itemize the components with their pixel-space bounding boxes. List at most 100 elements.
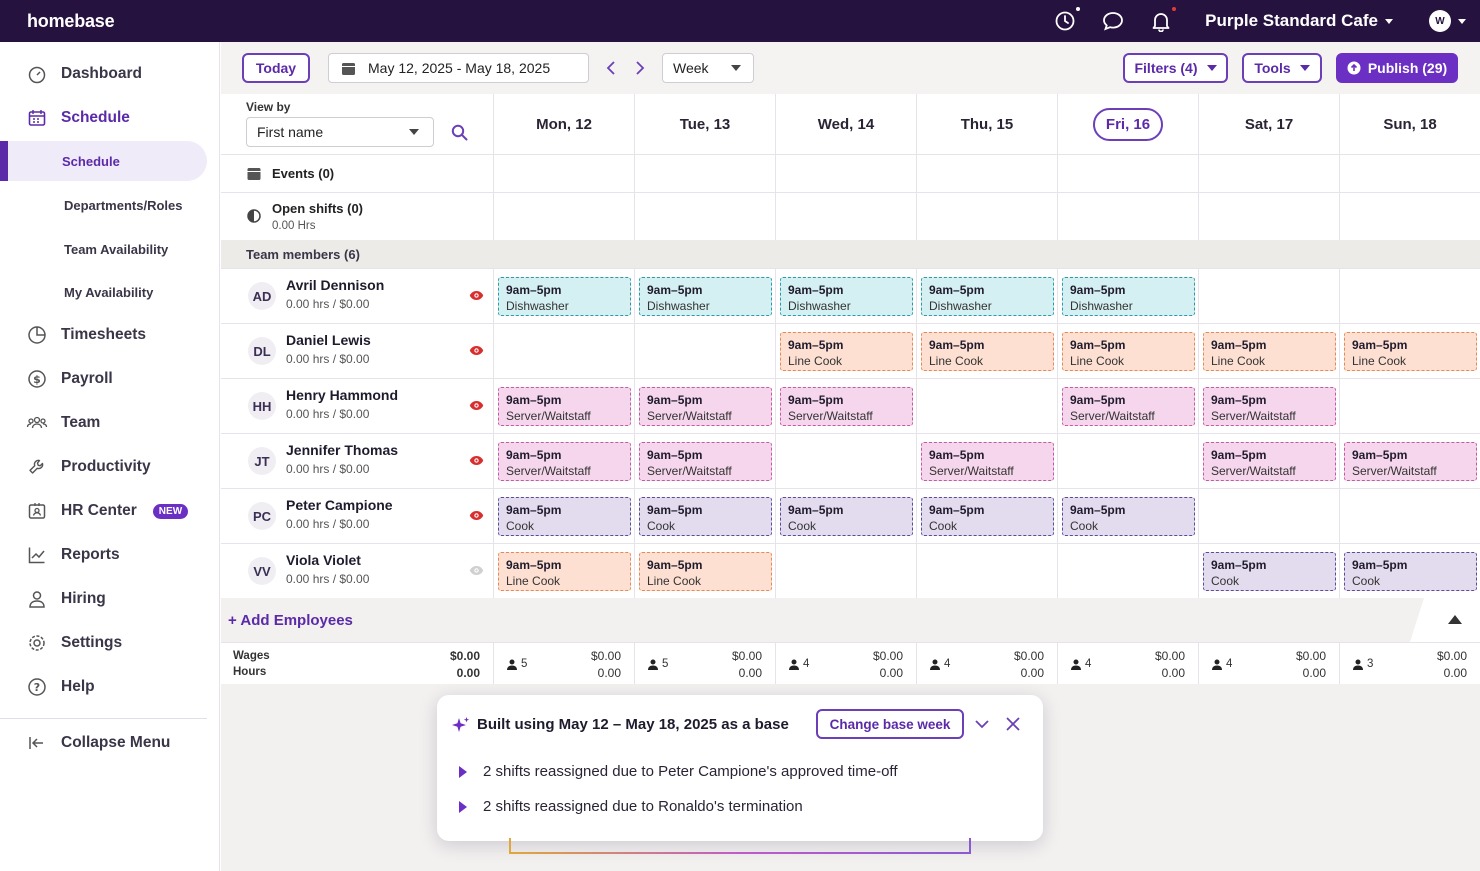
shift-card[interactable]: 9am–5pm Server/Waitstaff [498, 387, 631, 426]
nav-reports[interactable]: Reports [0, 533, 220, 577]
shift-card[interactable]: 9am–5pm Cook [498, 497, 631, 536]
events-row[interactable]: Events (0) [221, 154, 493, 192]
change-base-week-button[interactable]: Change base week [816, 709, 964, 739]
shift-cell[interactable]: 9am–5pm Line Cook [493, 543, 634, 598]
shift-cell[interactable]: 9am–5pm Line Cook [1339, 323, 1480, 378]
shift-card[interactable]: 9am–5pm Dishwasher [921, 277, 1054, 316]
date-range-picker[interactable]: May 12, 2025 - May 18, 2025 [328, 53, 589, 83]
shift-cell[interactable]: 9am–5pm Line Cook [634, 543, 775, 598]
shift-cell[interactable]: 9am–5pm Server/Waitstaff [1198, 378, 1339, 433]
collapse-menu-button[interactable]: Collapse Menu [0, 721, 220, 765]
shift-card[interactable]: 9am–5pm Dishwasher [780, 277, 913, 316]
day-header[interactable]: Sun, 18 [1339, 94, 1480, 154]
employee-name[interactable]: Peter Campione [286, 497, 393, 513]
employee-name[interactable]: Viola Violet [286, 552, 361, 568]
shift-cell[interactable] [916, 543, 1057, 598]
nav-hr-center[interactable]: HR Center NEW [0, 489, 220, 533]
open-shifts-cell[interactable] [775, 192, 916, 240]
shift-cell[interactable]: 9am–5pm Line Cook [916, 323, 1057, 378]
shift-cell[interactable]: 9am–5pm Cook [1339, 543, 1480, 598]
nav-schedule[interactable]: Schedule [0, 96, 220, 140]
homebase-logo[interactable]: homebase [27, 11, 115, 32]
previous-week-button[interactable] [599, 53, 623, 83]
shift-card[interactable]: 9am–5pm Line Cook [639, 552, 772, 591]
open-shifts-cell[interactable] [1057, 192, 1198, 240]
shift-cell[interactable] [1339, 268, 1480, 323]
shift-cell[interactable] [493, 323, 634, 378]
shift-cell[interactable]: 9am–5pm Server/Waitstaff [1057, 378, 1198, 433]
events-cell[interactable] [634, 154, 775, 192]
open-shifts-cell[interactable] [1339, 192, 1480, 240]
shift-card[interactable]: 9am–5pm Server/Waitstaff [1062, 387, 1195, 426]
chat-icon[interactable] [1101, 9, 1125, 33]
employee-name[interactable]: Daniel Lewis [286, 332, 371, 348]
shift-cell[interactable]: 9am–5pm Cook [1057, 488, 1198, 543]
nav-productivity[interactable]: Productivity [0, 445, 220, 489]
shift-cell[interactable] [1339, 378, 1480, 433]
shift-cell[interactable]: 9am–5pm Cook [916, 488, 1057, 543]
eye-icon[interactable] [469, 288, 485, 304]
shift-cell[interactable]: 9am–5pm Cook [775, 488, 916, 543]
employee-row[interactable]: HH Henry Hammond 0.00 hrs / $0.00 [221, 378, 493, 433]
shift-card[interactable]: 9am–5pm Cook [1062, 497, 1195, 536]
shift-cell[interactable]: 9am–5pm Server/Waitstaff [1339, 433, 1480, 488]
shift-card[interactable]: 9am–5pm Dishwasher [498, 277, 631, 316]
day-header[interactable]: Fri, 16 [1057, 94, 1198, 154]
shift-card[interactable]: 9am–5pm Dishwasher [639, 277, 772, 316]
day-header[interactable]: Tue, 13 [634, 94, 775, 154]
shift-cell[interactable]: 9am–5pm Cook [493, 488, 634, 543]
open-shifts-cell[interactable] [916, 192, 1057, 240]
shift-cell[interactable] [775, 543, 916, 598]
employee-row[interactable]: JT Jennifer Thomas 0.00 hrs / $0.00 [221, 433, 493, 488]
shift-card[interactable]: 9am–5pm Cook [921, 497, 1054, 536]
events-cell[interactable] [775, 154, 916, 192]
shift-card[interactable]: 9am–5pm Dishwasher [1062, 277, 1195, 316]
events-cell[interactable] [1057, 154, 1198, 192]
events-cell[interactable] [493, 154, 634, 192]
bell-icon[interactable] [1149, 7, 1177, 33]
shift-cell[interactable]: 9am–5pm Dishwasher [634, 268, 775, 323]
shift-cell[interactable] [916, 378, 1057, 433]
shift-card[interactable]: 9am–5pm Line Cook [1203, 332, 1336, 371]
shift-cell[interactable]: 9am–5pm Server/Waitstaff [493, 433, 634, 488]
open-shifts-cell[interactable] [493, 192, 634, 240]
shift-cell[interactable]: 9am–5pm Server/Waitstaff [775, 378, 916, 433]
subnav-departments-roles[interactable]: Departments/Roles [0, 185, 220, 225]
today-button[interactable]: Today [242, 53, 310, 83]
nav-help[interactable]: ? Help [0, 665, 220, 709]
subnav-my-availability[interactable]: My Availability [0, 272, 220, 312]
shift-card[interactable]: 9am–5pm Line Cook [1062, 332, 1195, 371]
nav-settings[interactable]: Settings [0, 621, 220, 665]
shift-card[interactable]: 9am–5pm Server/Waitstaff [639, 387, 772, 426]
nav-hiring[interactable]: Hiring [0, 577, 220, 621]
open-shifts-row[interactable]: Open shifts (0) 0.00 Hrs [221, 192, 493, 240]
employee-row[interactable]: DL Daniel Lewis 0.00 hrs / $0.00 [221, 323, 493, 378]
employee-name[interactable]: Avril Dennison [286, 277, 384, 293]
events-cell[interactable] [1198, 154, 1339, 192]
open-shifts-cell[interactable] [1198, 192, 1339, 240]
filters-button[interactable]: Filters (4) [1123, 53, 1228, 83]
employee-row[interactable]: PC Peter Campione 0.00 hrs / $0.00 [221, 488, 493, 543]
expand-panel-button[interactable] [974, 717, 990, 736]
nav-dashboard[interactable]: Dashboard [0, 52, 220, 96]
subnav-schedule[interactable]: Schedule [0, 141, 207, 181]
shift-card[interactable]: 9am–5pm Cook [639, 497, 772, 536]
day-header[interactable]: Thu, 15 [916, 94, 1057, 154]
shift-cell[interactable]: 9am–5pm Server/Waitstaff [916, 433, 1057, 488]
shift-cell[interactable] [1057, 433, 1198, 488]
events-cell[interactable] [916, 154, 1057, 192]
collapse-totals-button[interactable] [1410, 598, 1480, 642]
shift-cell[interactable]: 9am–5pm Dishwasher [1057, 268, 1198, 323]
tools-button[interactable]: Tools [1242, 53, 1322, 83]
shift-cell[interactable]: 9am–5pm Line Cook [1198, 323, 1339, 378]
day-header[interactable]: Wed, 14 [775, 94, 916, 154]
nav-team[interactable]: Team [0, 401, 220, 445]
shift-card[interactable]: 9am–5pm Cook [780, 497, 913, 536]
search-icon[interactable] [451, 124, 468, 146]
employee-name[interactable]: Jennifer Thomas [286, 442, 398, 458]
shift-card[interactable]: 9am–5pm Server/Waitstaff [780, 387, 913, 426]
shift-cell[interactable] [1198, 488, 1339, 543]
shift-cell[interactable]: 9am–5pm Dishwasher [916, 268, 1057, 323]
close-panel-button[interactable] [1005, 716, 1021, 737]
view-by-select[interactable]: First name [246, 117, 434, 147]
